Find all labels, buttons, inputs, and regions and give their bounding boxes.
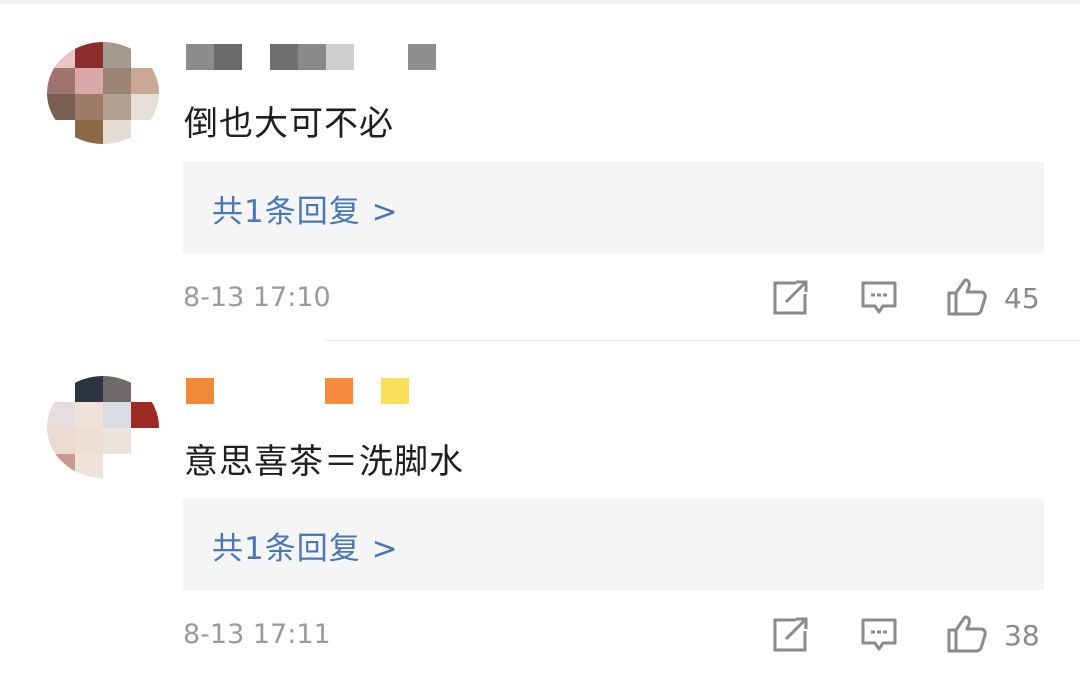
avatar-pixel: [75, 120, 103, 144]
avatar-pixel: [131, 454, 159, 478]
avatar-pixel: [75, 428, 103, 456]
comment-text: 倒也大可不必: [184, 104, 394, 144]
avatar-pixel: [103, 454, 131, 478]
share-button[interactable]: [772, 617, 810, 653]
replies-link[interactable]: 共1条回复 >: [183, 499, 1044, 590]
top-separator: [0, 0, 1080, 4]
avatar-pixel: [131, 42, 159, 70]
avatar-pixel: [131, 68, 159, 96]
replies-link[interactable]: 共1条回复 >: [183, 162, 1044, 253]
like-count: 38: [1004, 619, 1040, 652]
avatar-pixel: [47, 42, 75, 70]
avatar-pixel: [47, 68, 75, 96]
like-count: 45: [1004, 282, 1040, 315]
avatar-pixel: [47, 94, 75, 122]
avatar-pixel: [103, 94, 131, 122]
like-button[interactable]: [946, 277, 988, 317]
comment-timestamp: 8-13 17:10: [183, 282, 331, 313]
name-block: [186, 378, 214, 404]
avatar-pixel: [75, 402, 103, 430]
name-block: [298, 44, 326, 70]
name-block: [381, 378, 409, 404]
replies-count-label: 共1条回复 >: [212, 194, 399, 230]
avatar-pixel: [103, 376, 131, 404]
thumbs-up-icon: [947, 615, 987, 653]
avatar-pixel: [131, 402, 159, 430]
avatar-pixel: [131, 428, 159, 456]
avatar-pixel: [75, 94, 103, 122]
comment-divider: [325, 340, 1080, 341]
comment-icon: [861, 281, 897, 314]
comment-icon: [861, 618, 897, 651]
avatar-pixel: [103, 428, 131, 456]
avatar-pixel: [75, 454, 103, 478]
avatar[interactable]: [47, 42, 159, 144]
avatar-pixel: [75, 68, 103, 96]
avatar-pixel: [47, 376, 75, 404]
avatar-pixel: [103, 402, 131, 430]
comment-timestamp: 8-13 17:11: [183, 619, 331, 650]
avatar-pixel: [103, 42, 131, 70]
name-block: [214, 44, 242, 70]
avatar-pixel: [75, 376, 103, 404]
share-icon: [773, 280, 808, 315]
replies-count-label: 共1条回复 >: [212, 531, 399, 567]
avatar-pixel: [47, 454, 75, 478]
avatar-pixel: [47, 120, 75, 144]
reply-button[interactable]: [860, 280, 898, 316]
name-block: [326, 44, 354, 70]
avatar-pixel: [47, 402, 75, 430]
avatar-pixel: [75, 42, 103, 70]
name-block: [325, 378, 353, 404]
thumbs-up-icon: [947, 278, 987, 316]
share-icon: [773, 617, 808, 652]
avatar-pixel: [131, 376, 159, 404]
avatar-pixel: [103, 68, 131, 96]
reply-button[interactable]: [860, 617, 898, 653]
avatar-pixel: [131, 94, 159, 122]
share-button[interactable]: [772, 280, 810, 316]
avatar-pixel: [47, 428, 75, 456]
avatar[interactable]: [47, 376, 159, 478]
avatar-pixel: [103, 120, 131, 144]
avatar-pixel: [131, 120, 159, 144]
name-block: [186, 44, 214, 70]
name-block: [270, 44, 298, 70]
comment-text: 意思喜茶＝洗脚水: [184, 442, 464, 482]
like-button[interactable]: [946, 614, 988, 654]
name-block: [408, 44, 436, 70]
